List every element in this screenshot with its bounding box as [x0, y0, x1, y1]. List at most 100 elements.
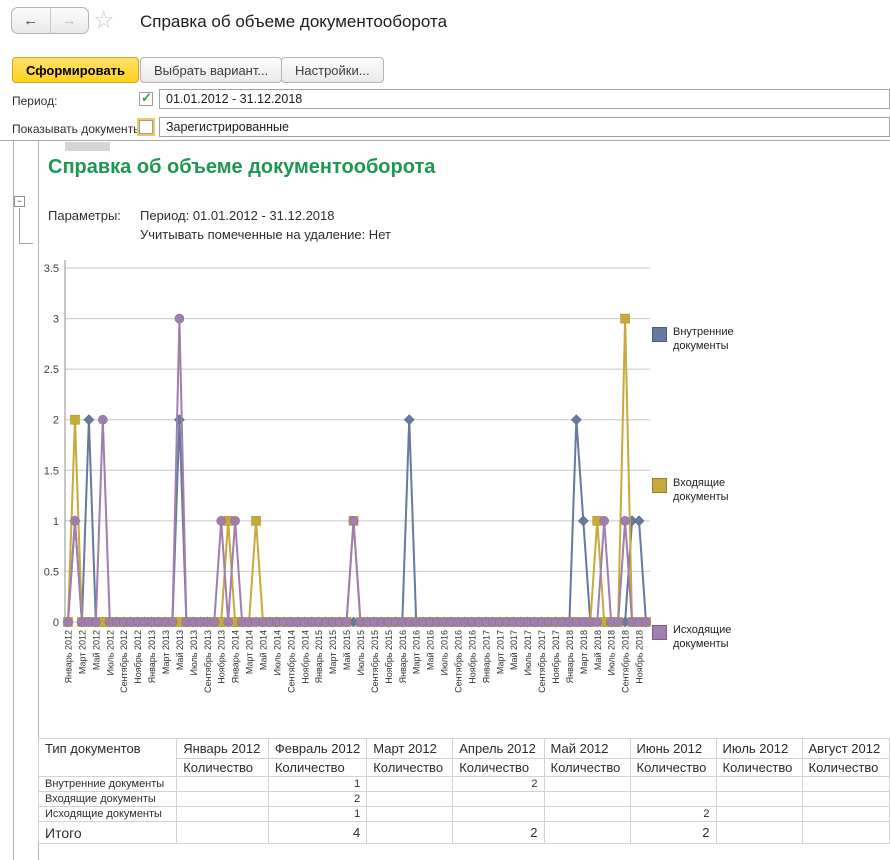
- report-title: Справка об объеме документооборота: [48, 156, 435, 179]
- documents-table: Тип документовЯнварь 2012Февраль 2012Мар…: [38, 738, 890, 845]
- table-cell-value[interactable]: [716, 792, 802, 807]
- table-header-month[interactable]: Апрель 2012: [453, 739, 544, 759]
- period-input[interactable]: [159, 89, 890, 109]
- svg-text:Июль 2013: Июль 2013: [189, 630, 199, 675]
- table-cell-value[interactable]: [177, 792, 269, 807]
- show-documents-label: Показывать документы:: [12, 122, 145, 136]
- svg-text:Январь 2018: Январь 2018: [565, 630, 575, 683]
- report-top-border: [0, 140, 890, 141]
- table-total-value[interactable]: 2: [630, 822, 716, 844]
- table-header-type[interactable]: Тип документов: [39, 739, 177, 777]
- table-cell-value[interactable]: [630, 777, 716, 792]
- table-header-month[interactable]: Январь 2012: [177, 739, 269, 759]
- svg-text:Май 2012: Май 2012: [91, 630, 101, 670]
- svg-text:Май 2014: Май 2014: [258, 630, 268, 670]
- page-title: Справка об объеме документооборота: [140, 12, 447, 32]
- svg-text:Сентябрь 2016: Сентябрь 2016: [453, 630, 463, 693]
- svg-text:Ноябрь 2017: Ноябрь 2017: [551, 630, 561, 684]
- legend-label-internal: Внутренние документы: [673, 325, 753, 354]
- table-header-month[interactable]: Февраль 2012: [268, 739, 366, 759]
- table-cell-value[interactable]: [453, 807, 544, 822]
- table-cell-value[interactable]: [802, 777, 889, 792]
- table-cell-value[interactable]: 2: [268, 792, 366, 807]
- table-cell-value[interactable]: [177, 777, 269, 792]
- svg-text:Март 2016: Март 2016: [412, 630, 422, 674]
- report-window: ← → ☆ Справка об объеме документооборота…: [0, 0, 890, 860]
- table-cell-value[interactable]: [544, 807, 630, 822]
- svg-text:Июль 2016: Июль 2016: [440, 630, 450, 675]
- table-cell-value[interactable]: [802, 792, 889, 807]
- table-total-value[interactable]: [544, 822, 630, 844]
- table-cell-value[interactable]: 2: [453, 777, 544, 792]
- table-cell-value[interactable]: [367, 777, 453, 792]
- table-header-month[interactable]: Июнь 2012: [630, 739, 716, 759]
- svg-text:2.5: 2.5: [44, 364, 59, 376]
- svg-text:Сентябрь 2015: Сентябрь 2015: [370, 630, 380, 693]
- table-subheader-quantity[interactable]: Количество: [716, 759, 802, 777]
- svg-text:Июль 2018: Июль 2018: [607, 630, 617, 675]
- forward-button[interactable]: →: [51, 8, 89, 33]
- table-total-value[interactable]: 4: [268, 822, 366, 844]
- table-total-value[interactable]: [802, 822, 889, 844]
- svg-text:Январь 2013: Январь 2013: [147, 630, 157, 683]
- nav-button-group: ← →: [11, 7, 89, 34]
- svg-text:Ноябрь 2014: Ноябрь 2014: [300, 630, 310, 684]
- table-row-label[interactable]: Внутренние документы: [39, 777, 177, 792]
- table-row-label[interactable]: Исходящие документы: [39, 807, 177, 822]
- table-cell-value[interactable]: [453, 792, 544, 807]
- table-cell-value[interactable]: [544, 777, 630, 792]
- svg-text:Март 2017: Март 2017: [495, 630, 505, 674]
- svg-text:Январь 2016: Январь 2016: [398, 630, 408, 683]
- table-cell-value[interactable]: [177, 807, 269, 822]
- table-cell-value[interactable]: 1: [268, 777, 366, 792]
- table-cell-value[interactable]: 1: [268, 807, 366, 822]
- svg-text:Июль 2017: Июль 2017: [523, 630, 533, 675]
- table-total-value[interactable]: [177, 822, 269, 844]
- table-subheader-quantity[interactable]: Количество: [544, 759, 630, 777]
- table-cell-value[interactable]: 2: [630, 807, 716, 822]
- table-subheader-quantity[interactable]: Количество: [367, 759, 453, 777]
- table-row-label[interactable]: Входящие документы: [39, 792, 177, 807]
- svg-text:Март 2015: Март 2015: [328, 630, 338, 674]
- table-header-month[interactable]: Май 2012: [544, 739, 630, 759]
- table-subheader-quantity[interactable]: Количество: [268, 759, 366, 777]
- table-cell-value[interactable]: [630, 792, 716, 807]
- table-cell-value[interactable]: [802, 807, 889, 822]
- svg-text:Март 2014: Март 2014: [245, 630, 255, 674]
- table-subheader-quantity[interactable]: Количество: [177, 759, 269, 777]
- table-subheader-quantity[interactable]: Количество: [453, 759, 544, 777]
- period-checkbox[interactable]: [139, 92, 153, 106]
- svg-text:Сентябрь 2012: Сентябрь 2012: [119, 630, 129, 693]
- table-row: Входящие документы 2: [39, 792, 890, 807]
- choose-variant-button[interactable]: Выбрать вариант...: [140, 57, 282, 83]
- table-cell-value[interactable]: [544, 792, 630, 807]
- legend-item-incoming: Входящие документы: [652, 476, 753, 505]
- table-total-value[interactable]: [367, 822, 453, 844]
- favorite-star-icon[interactable]: ☆: [93, 6, 115, 35]
- table-header-month[interactable]: Март 2012: [367, 739, 453, 759]
- svg-text:3: 3: [53, 314, 59, 326]
- table-header-month[interactable]: Август 2012: [802, 739, 889, 759]
- group-bracket-elbow: [19, 243, 33, 244]
- table-row: Внутренние документы 1 2: [39, 777, 890, 792]
- parameters-label: Параметры:: [48, 208, 121, 223]
- back-button[interactable]: ←: [12, 8, 51, 33]
- settings-button[interactable]: Настройки...: [281, 57, 384, 83]
- legend-item-outgoing: Исходящие документы: [652, 623, 753, 652]
- table-subheader-quantity[interactable]: Количество: [802, 759, 889, 777]
- table-cell-value[interactable]: [367, 792, 453, 807]
- table-header-month[interactable]: Июль 2012: [716, 739, 802, 759]
- table-total-value[interactable]: 2: [453, 822, 544, 844]
- collapse-group-button[interactable]: −: [14, 196, 25, 207]
- generate-button[interactable]: Сформировать: [12, 57, 139, 83]
- table-subheader-quantity[interactable]: Количество: [630, 759, 716, 777]
- svg-text:Сентябрь 2018: Сентябрь 2018: [621, 630, 631, 693]
- show-documents-input[interactable]: [159, 117, 890, 137]
- table-cell-value[interactable]: [716, 807, 802, 822]
- table-cell-value[interactable]: [716, 777, 802, 792]
- show-documents-checkbox[interactable]: [139, 120, 153, 134]
- table-cell-value[interactable]: [367, 807, 453, 822]
- table-total-value[interactable]: [716, 822, 802, 844]
- table-total-label[interactable]: Итого: [39, 822, 177, 844]
- svg-text:Май 2016: Май 2016: [426, 630, 436, 670]
